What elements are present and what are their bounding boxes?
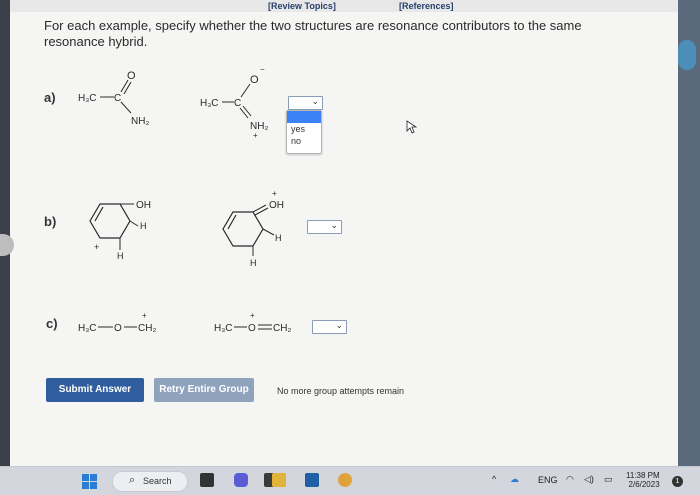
clock-date: 2/6/2023 [628,480,660,489]
taskbar-search-label: Search [143,476,172,486]
side-app-icon [678,40,696,70]
taskbar-search-box[interactable]: ⌕ Search [112,471,188,492]
search-icon: ⌕ [129,474,136,486]
battery-icon[interactable]: ▭ [604,474,613,485]
problem-c-dropdown[interactable]: ⌄ [312,320,347,334]
wifi-icon[interactable]: ◠ [566,474,574,485]
windows-start-icon[interactable] [82,474,98,490]
question-page: [Review Topics] [References] For each ex… [10,0,678,466]
tray-chevron-up-icon[interactable]: ^ [492,474,496,484]
c-left-charge: + [142,311,147,320]
c-left-methyl: H₃C [78,323,97,334]
task-view-icon[interactable] [200,473,214,487]
c-right-oxygen: O [248,323,256,334]
language-indicator[interactable]: ENG [538,475,558,485]
notification-badge[interactable]: 1 [672,476,683,487]
teams-chat-icon[interactable] [234,473,248,487]
submit-answer-button[interactable]: Submit Answer [46,378,144,402]
chevron-down-icon: ⌄ [335,320,343,330]
mouse-cursor-icon [406,120,418,134]
windows-taskbar: ⌕ Search ^ ☁ ENG ◠ ◁) ▭ 11:38 PM 2/6/202… [0,466,700,495]
photo-right-edge [678,0,700,470]
file-explorer-icon[interactable] [272,473,286,487]
clock-time: 11:38 PM [626,471,660,480]
c-right-methylene: CH₂ [273,323,291,334]
retry-entire-group-button[interactable]: Retry Entire Group [154,378,254,402]
volume-icon[interactable]: ◁) [584,474,594,485]
edge-browser-icon[interactable] [305,473,319,487]
c-left-oxygen: O [114,323,122,334]
c-right-methyl: H₃C [214,323,233,334]
c-left-methylene: CH₂ [138,323,156,334]
onedrive-icon[interactable]: ☁ [510,474,519,485]
clock[interactable]: 11:38 PM 2/6/2023 [626,471,660,489]
attempts-status-text: No more group attempts remain [277,386,405,396]
c-right-charge: + [250,311,255,320]
chrome-browser-icon[interactable] [338,473,352,487]
